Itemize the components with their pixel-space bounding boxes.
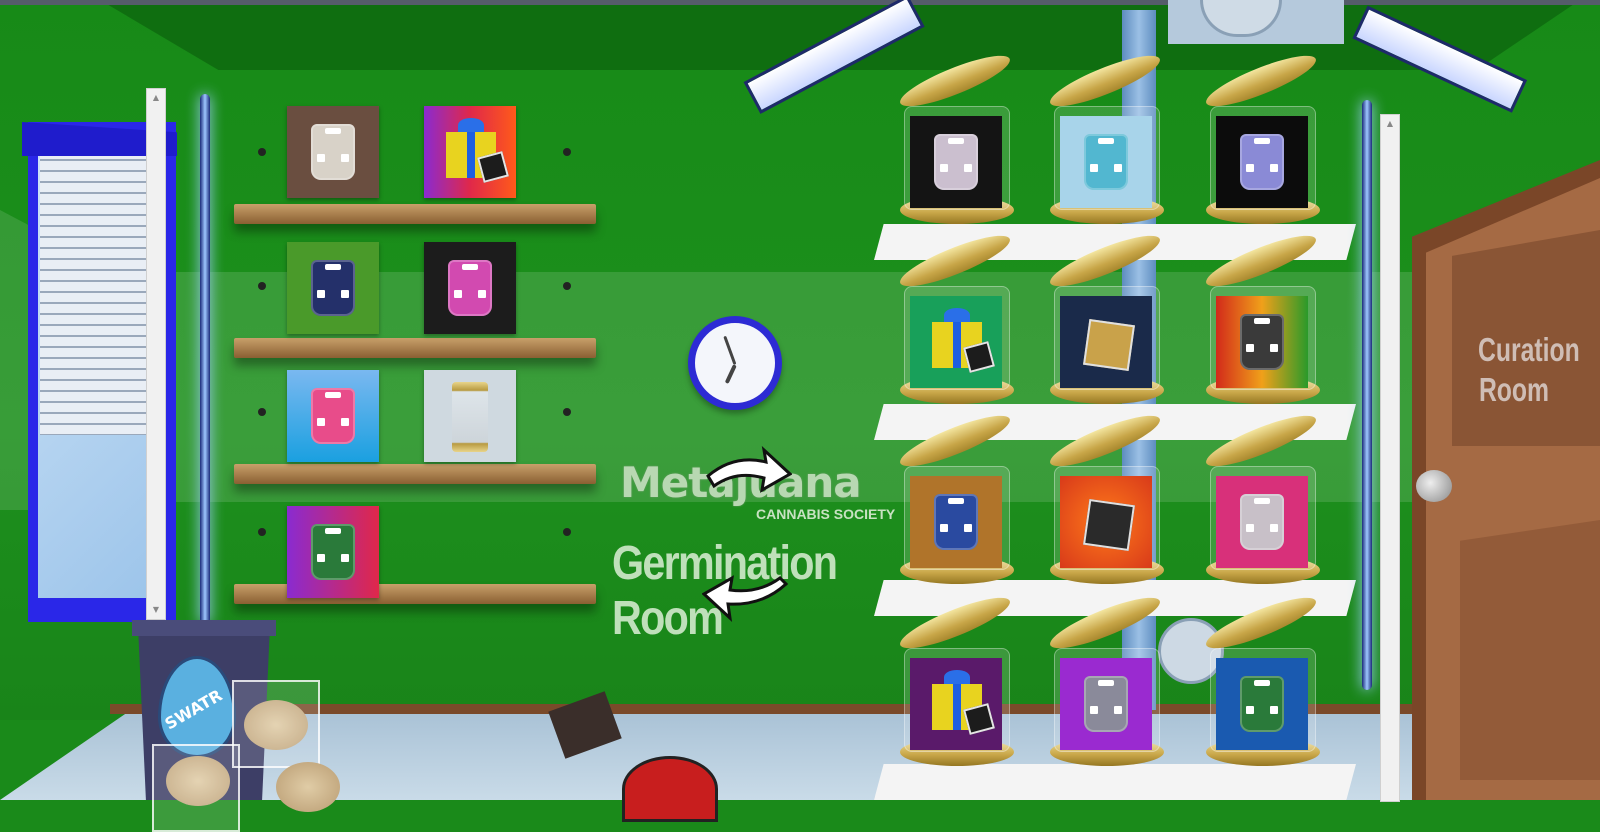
shelf-item-mini-jar[interactable] xyxy=(424,370,516,462)
jar-black-box-jar[interactable] xyxy=(1045,406,1168,588)
ceiling-edge xyxy=(0,0,1600,5)
jar-contents xyxy=(1216,296,1308,388)
wall-clock[interactable] xyxy=(688,316,782,410)
jar-silver-bag-jar[interactable] xyxy=(1045,588,1168,770)
scroll-up-icon[interactable]: ▲ xyxy=(1381,117,1399,131)
product-bag-icon xyxy=(1084,676,1128,732)
product-bag-icon xyxy=(311,388,355,444)
red-hat-icon[interactable] xyxy=(622,756,718,822)
bin-rim xyxy=(132,620,276,636)
door-knob[interactable] xyxy=(1416,470,1452,502)
shelf-pin xyxy=(563,148,571,156)
product-bag-icon xyxy=(934,494,978,550)
shelf-item-rainbow-bag[interactable] xyxy=(424,242,516,334)
jar-contents xyxy=(1060,116,1152,208)
jar-gold-box-jar[interactable] xyxy=(1045,226,1168,408)
window-blinds[interactable] xyxy=(40,150,152,435)
shelf-item-rainbow-bag-water[interactable] xyxy=(287,370,379,462)
product-bag-icon xyxy=(934,134,978,190)
light-tube-left xyxy=(200,94,210,624)
jar-contents xyxy=(1216,476,1308,568)
glass-container xyxy=(152,744,240,832)
product-bag-icon xyxy=(1240,314,1284,370)
shelf-item-gift-box[interactable] xyxy=(424,106,516,198)
jar-black-bag-jar[interactable] xyxy=(1201,226,1324,408)
jar-flame-bag-jar[interactable] xyxy=(1201,46,1324,228)
gift-box-icon xyxy=(932,308,995,373)
shelf-pin xyxy=(258,148,266,156)
jar-contents xyxy=(1216,658,1308,750)
right-scrollbar[interactable]: ▲ xyxy=(1380,114,1400,802)
jar-contents xyxy=(910,116,1002,208)
product-bag-icon xyxy=(311,260,355,316)
jar-green-bag-jar[interactable] xyxy=(1201,588,1324,770)
product-bag-icon xyxy=(311,524,355,580)
product-box-icon xyxy=(1083,319,1135,371)
shelf-pin xyxy=(563,528,571,536)
product-bag-icon xyxy=(1240,494,1284,550)
jar-contents xyxy=(1060,658,1152,750)
gift-box-icon xyxy=(446,118,509,183)
shelf-pin xyxy=(563,282,571,290)
jar-contents xyxy=(1060,296,1152,388)
door-sign-line: Curation xyxy=(1478,331,1580,368)
shelf-item-navy-bag[interactable] xyxy=(287,242,379,334)
shelf-pin xyxy=(258,528,266,536)
light-tube-right xyxy=(1362,100,1372,690)
product-box-icon xyxy=(1083,499,1135,551)
seed[interactable] xyxy=(276,762,340,812)
mini-jar-icon xyxy=(452,382,488,452)
product-bag-icon xyxy=(311,124,355,180)
shelf-pin xyxy=(258,408,266,416)
shelf-item-clear-bag[interactable] xyxy=(287,106,379,198)
brand-subtitle: CANNABIS SOCIETY xyxy=(756,506,896,522)
scroll-down-icon[interactable]: ▼ xyxy=(147,603,165,617)
door-sign[interactable]: Curation Room xyxy=(1478,330,1580,410)
scroll-up-icon[interactable]: ▲ xyxy=(147,91,165,105)
product-bag-icon xyxy=(1084,134,1128,190)
shelf-pin xyxy=(563,408,571,416)
next-room-arrow-icon[interactable] xyxy=(704,446,792,498)
jar-gift-jar-2[interactable] xyxy=(895,588,1018,770)
jar-contents xyxy=(910,476,1002,568)
jar-contents xyxy=(1060,476,1152,568)
clock-minute-hand xyxy=(723,335,737,366)
jar-contents xyxy=(910,658,1002,750)
shelf-item-green-bag[interactable] xyxy=(287,506,379,598)
glass-container xyxy=(232,680,320,768)
product-bag-icon xyxy=(1240,134,1284,190)
jar-teal-bag-jar[interactable] xyxy=(1045,46,1168,228)
door-panel xyxy=(1460,520,1600,780)
jar-pink-bag-jar[interactable] xyxy=(1201,406,1324,588)
wall-shelf xyxy=(234,204,596,224)
jar-contents xyxy=(1216,116,1308,208)
shelf-pin xyxy=(258,282,266,290)
jar-contents xyxy=(910,296,1002,388)
gift-box-icon xyxy=(932,670,995,735)
wall-shelf xyxy=(234,464,596,484)
product-bag-icon xyxy=(1240,676,1284,732)
left-scrollbar[interactable]: ▲ ▼ xyxy=(146,88,166,620)
clock-hour-hand xyxy=(724,364,737,384)
product-bag-icon xyxy=(448,260,492,316)
previous-room-arrow-icon[interactable] xyxy=(702,572,790,624)
jar-blue-bag-jar[interactable] xyxy=(895,406,1018,588)
wall-shelf xyxy=(234,338,596,358)
jar-gift-jar[interactable] xyxy=(895,226,1018,408)
jar-clear-bag-jar[interactable] xyxy=(895,46,1018,228)
door-sign-line: Room xyxy=(1478,371,1550,408)
